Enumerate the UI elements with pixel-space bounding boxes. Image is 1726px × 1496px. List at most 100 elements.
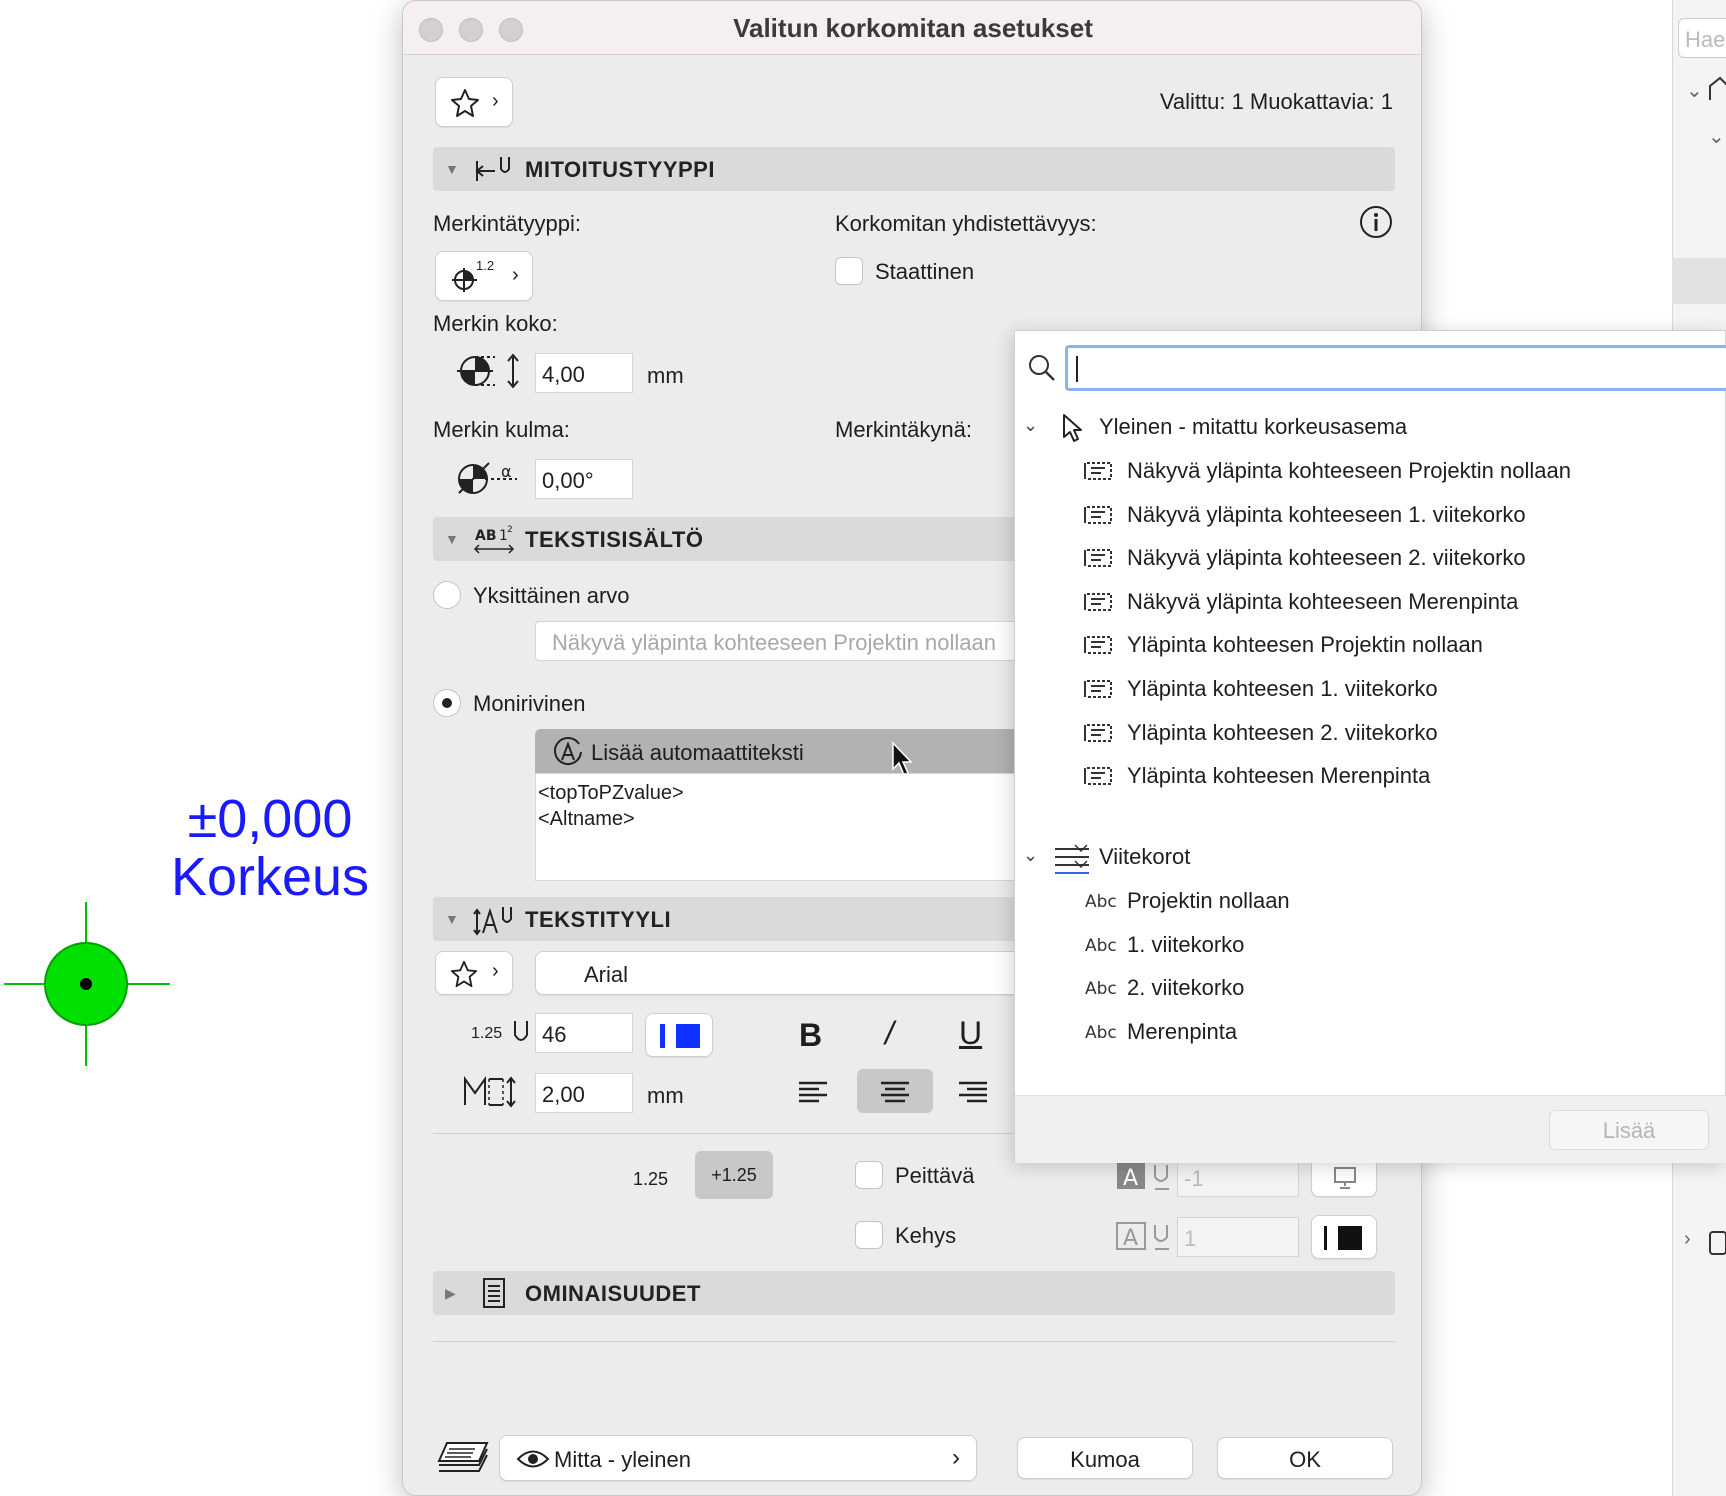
autotext-editor[interactable]: <topToPZvalue> <Altname> <box>535 773 1065 881</box>
frame-pen-input[interactable]: 1 <box>1177 1217 1299 1257</box>
popup-search-input[interactable] <box>1065 345 1726 391</box>
single-value-radio[interactable] <box>433 581 461 609</box>
single-value-field[interactable]: Näkyvä yläpinta kohteeseen Projektin nol… <box>535 621 1065 661</box>
marker-pen-label: Merkintäkynä: <box>835 417 972 442</box>
reference-level-item[interactable]: Abc Merenpinta <box>1015 1010 1726 1054</box>
navigator-search-input[interactable]: Hae <box>1678 18 1726 58</box>
align-left-icon[interactable] <box>797 1079 829 1107</box>
view-selector[interactable]: Mitta - yleinen › <box>499 1435 977 1481</box>
section-dimension-type[interactable]: ▼ MITOITUSTYYPPI <box>433 147 1395 191</box>
frame-color-swatch <box>1338 1226 1362 1250</box>
elevation-marker[interactable] <box>0 898 180 1068</box>
navigator-chevron-down-icon[interactable]: ⌄ <box>1686 78 1703 103</box>
reference-level-item[interactable]: Abc 2. viitekorko <box>1015 966 1726 1010</box>
marker-type-selector[interactable]: 1.2 › <box>435 251 533 301</box>
popup-footer: Lisää <box>1015 1095 1726 1163</box>
align-center-button[interactable] <box>857 1069 933 1113</box>
divider <box>433 1341 1395 1342</box>
cancel-button[interactable]: Kumoa <box>1017 1437 1193 1479</box>
section-properties[interactable]: ▶ OMINAISUUDET <box>433 1271 1395 1315</box>
disclosure-triangle-icon: ▼ <box>445 531 459 547</box>
selection-info: Valittu: 1 Muokattavia: 1 <box>1159 89 1393 114</box>
text-style-favorites-button[interactable]: › <box>435 951 513 995</box>
section-title: OMINAISUUDET <box>525 1281 701 1306</box>
ok-button[interactable]: OK <box>1217 1437 1393 1479</box>
frame-label: Kehys <box>895 1223 957 1248</box>
opaque-checkbox[interactable] <box>855 1161 883 1189</box>
monitor-icon <box>1332 1166 1358 1190</box>
group-row[interactable]: ⌄ Viitekorot <box>1015 835 1726 879</box>
svg-text:2: 2 <box>507 525 513 535</box>
marker-size-input[interactable]: 4,00 <box>535 353 633 393</box>
reference-levels-icon <box>1053 843 1091 875</box>
opaque-label: Peittävä <box>895 1163 975 1188</box>
static-checkbox[interactable] <box>835 257 863 285</box>
opaque-display-button[interactable] <box>1311 1157 1377 1197</box>
autotext-field-icon <box>1083 677 1115 701</box>
italic-icon[interactable]: / <box>885 1015 894 1052</box>
svg-text:AB: AB <box>475 528 497 544</box>
autotext-line: <topToPZvalue> <box>538 782 684 804</box>
frame-color-bar <box>1324 1226 1327 1250</box>
autotext-item-label: Yläpinta kohteesen 1. viitekorko <box>1127 676 1438 701</box>
opaque-pen-input[interactable]: -1 <box>1177 1157 1299 1197</box>
bold-icon[interactable]: B <box>799 1017 822 1054</box>
text-abc-icon: Abc <box>1085 979 1117 1000</box>
autotext-field-icon <box>1083 633 1115 657</box>
marker-angle-input[interactable]: 0,00° <box>535 459 633 499</box>
font-name: Arial <box>584 962 629 987</box>
navigator-chevron-down-icon[interactable]: ⌄ <box>1708 124 1725 149</box>
font-select[interactable]: Arial <box>535 951 1075 995</box>
reference-level-item[interactable]: Abc Projektin nollaan <box>1015 879 1726 923</box>
opaque-fill-icon: A <box>1115 1161 1179 1191</box>
reference-level-label: 1. viitekorko <box>1127 931 1245 957</box>
navigator-selected-row[interactable] <box>1672 258 1726 304</box>
leading-button[interactable]: +1.25 <box>695 1151 773 1199</box>
svg-text:A: A <box>1123 1166 1138 1191</box>
marker-type-sup: 1.2 <box>476 258 495 273</box>
navigator-chevron-right-icon[interactable]: › <box>1684 1228 1691 1251</box>
static-label: Staattinen <box>875 259 975 284</box>
chevron-right-icon: › <box>952 1444 960 1471</box>
text-size-icon <box>461 1073 525 1109</box>
chevron-right-icon: › <box>512 264 519 286</box>
add-autotext-button[interactable]: Lisää automaattiteksti › <box>535 729 1065 773</box>
group-row[interactable]: ⌄ Yleinen - mitattu korkeusasema <box>1015 405 1726 449</box>
pen-icon <box>511 1019 531 1049</box>
underline-icon[interactable]: U <box>959 1015 982 1052</box>
align-right-icon[interactable] <box>957 1079 989 1107</box>
multiline-radio[interactable] <box>433 689 461 717</box>
pen-color-bar <box>660 1024 665 1048</box>
text-style-icon <box>473 903 517 937</box>
pen-number-input[interactable]: 46 <box>535 1013 633 1053</box>
autotext-item[interactable]: Yläpinta kohteesen Projektin nollaan <box>1015 623 1726 667</box>
add-button[interactable]: Lisää <box>1549 1110 1709 1150</box>
info-icon[interactable] <box>1359 205 1393 239</box>
frame-color-button[interactable] <box>1311 1215 1377 1259</box>
autotext-field-icon <box>1083 764 1115 788</box>
frame-checkbox[interactable] <box>855 1221 883 1249</box>
autotext-item[interactable]: Yläpinta kohteesen Merenpinta <box>1015 754 1726 798</box>
chevron-right-icon: › <box>492 90 499 112</box>
text-size-input[interactable]: 2,00 <box>535 1073 633 1113</box>
navigator-item-icon <box>1708 1230 1726 1256</box>
marker-angle-icon: α <box>455 457 519 497</box>
autotext-item[interactable]: Näkyvä yläpinta kohteeseen Projektin nol… <box>1015 449 1726 493</box>
svg-text:A: A <box>1123 1226 1138 1251</box>
reference-level-label: Merenpinta <box>1127 1018 1238 1044</box>
reference-level-item[interactable]: Abc 1. viitekorko <box>1015 923 1726 967</box>
autotext-item[interactable]: Yläpinta kohteesen 2. viitekorko <box>1015 711 1726 755</box>
dialog-titlebar[interactable]: Valitun korkomitan asetukset <box>403 1 1421 55</box>
reference-level-label: 2. viitekorko <box>1127 975 1245 1001</box>
pen-color-button[interactable] <box>645 1013 713 1057</box>
autotext-item[interactable]: Yläpinta kohteesen 1. viitekorko <box>1015 667 1726 711</box>
autotext-field-icon <box>1083 590 1115 614</box>
favorites-button[interactable]: › <box>435 77 513 127</box>
autotext-item[interactable]: Näkyvä yläpinta kohteeseen 2. viitekorko <box>1015 536 1726 580</box>
elevation-label[interactable]: ±0,000 Korkeus <box>150 790 390 906</box>
marker-type-label: Merkintätyyppi: <box>433 211 581 236</box>
marker-angle-label: Merkin kulma: <box>433 417 570 442</box>
autotext-item[interactable]: Näkyvä yläpinta kohteeseen Merenpinta <box>1015 580 1726 624</box>
autotext-item[interactable]: Näkyvä yläpinta kohteeseen 1. viitekorko <box>1015 493 1726 537</box>
text-abc-icon: Abc <box>1085 1022 1117 1043</box>
